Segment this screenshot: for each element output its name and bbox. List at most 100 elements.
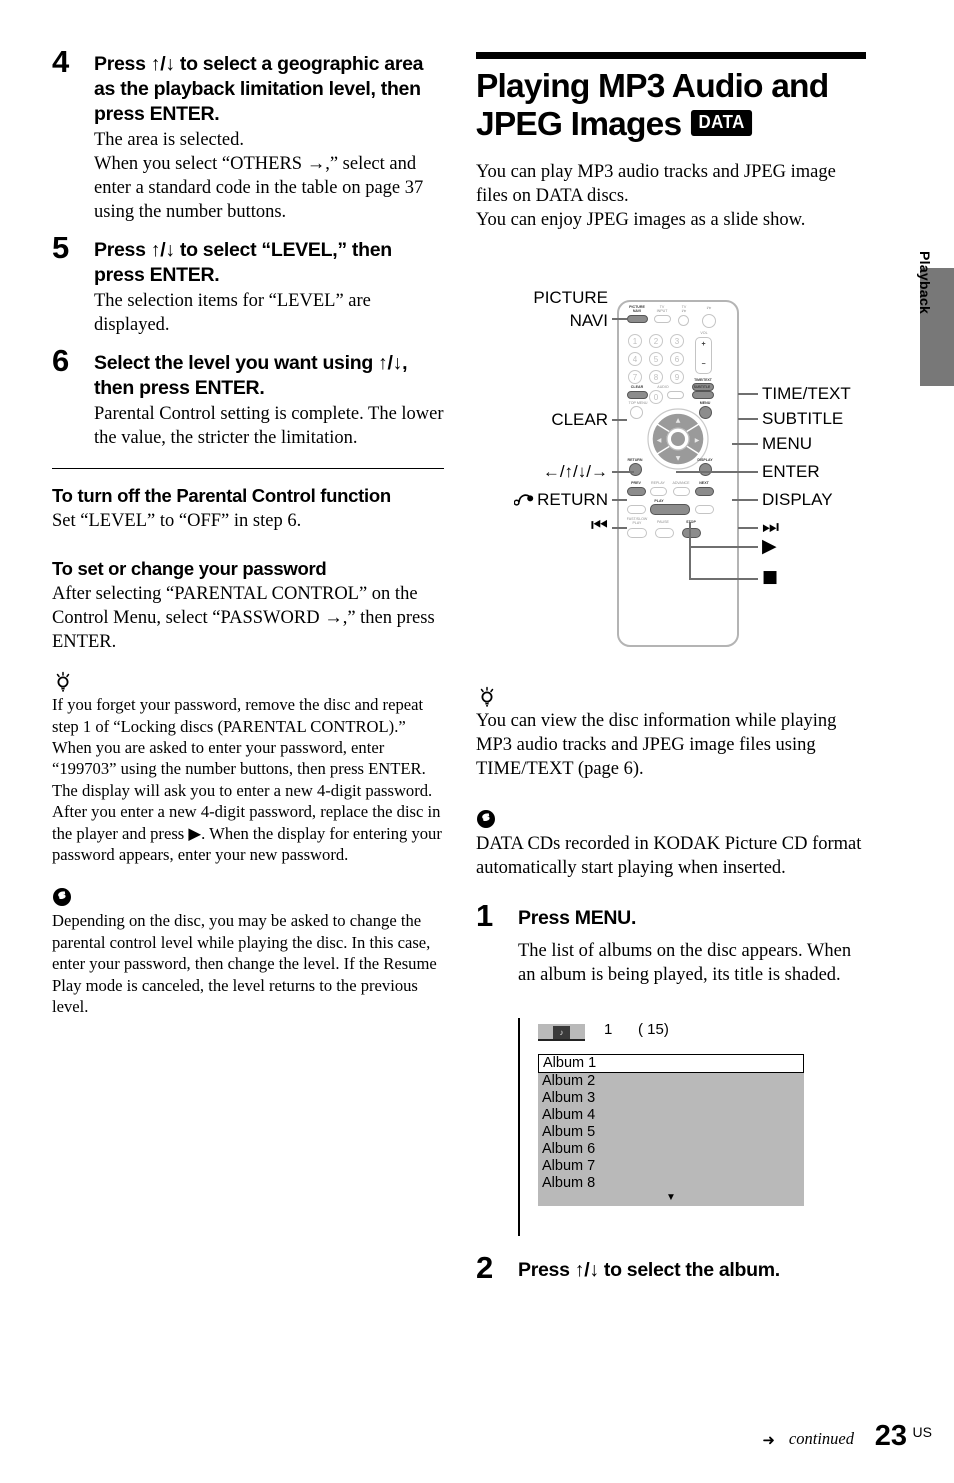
note-block-left: Depending on the disc, you may be asked … (52, 887, 444, 1017)
play-icon: ▶ (188, 823, 202, 843)
note-block-right: DATA CDs recorded in KODAK Picture CD fo… (476, 809, 866, 880)
album-screen-header: ♪ 1 ( 15) (520, 1018, 820, 1048)
advance-button[interactable] (673, 487, 690, 496)
step-2: 2 Press ↑/↓ to select the album. (476, 1252, 908, 1283)
note-icon (52, 887, 444, 909)
fast-slow-play-label: FAST/SLOW PLAY (626, 517, 648, 525)
picture-navi-button[interactable] (627, 315, 648, 323)
numpad-key-7[interactable]: 7 (628, 370, 642, 384)
display-button[interactable] (699, 463, 712, 476)
intro-text: You can play MP3 audio tracks and JPEG i… (476, 162, 836, 231)
play-button[interactable] (650, 504, 690, 515)
left-column: 4 Press ↑/↓ to select a geographic area … (52, 46, 444, 1017)
clear-button[interactable] (627, 391, 648, 399)
return-arrow-icon (513, 494, 534, 506)
leader-prev (612, 527, 627, 529)
slow-forward-button[interactable] (695, 505, 714, 514)
numpad-key-3[interactable]: 3 (670, 334, 684, 348)
pause-button[interactable] (655, 528, 674, 538)
step-1-body: The list of albums on the disc appears. … (518, 941, 852, 986)
leader-next (738, 527, 758, 529)
power-button-label: I/⎈ (706, 306, 712, 310)
numpad-key-8[interactable]: 8 (649, 370, 663, 384)
right-column-lower: You can view the disc information while … (476, 686, 866, 993)
picture-navi-button-label: PICTURE NAVI (629, 305, 645, 313)
stop-button-label: STOP (686, 520, 696, 524)
numpad-key-1[interactable]: 1 (628, 334, 642, 348)
subtitle-button[interactable] (692, 391, 714, 399)
note-text-right: DATA CDs recorded in KODAK Picture CD fo… (476, 834, 862, 879)
step-2-number: 2 (476, 1250, 493, 1285)
leader-time-text (738, 393, 758, 395)
tv-input-button[interactable] (654, 315, 671, 323)
manual-page: 4 Press ↑/↓ to select a geographic area … (0, 0, 954, 1483)
tv-power-button[interactable] (678, 315, 689, 326)
remote-control-diagram: PICTURE NAVI TV INPUT TV I/⎈ I/⎈ 1 2 3 4 5 … (476, 286, 876, 656)
prev-button[interactable] (627, 487, 646, 496)
numpad-key-9[interactable]: 9 (670, 370, 684, 384)
list-item[interactable]: Album 8 (538, 1175, 804, 1192)
data-badge: DATA (691, 110, 753, 136)
fast-slow-play-button[interactable] (627, 528, 647, 538)
leader-direction-keys (612, 471, 634, 473)
list-item[interactable]: Album 4 (538, 1107, 804, 1124)
turn-off-heading: To turn off the Parental Control functio… (52, 485, 391, 507)
svg-text:▲: ▲ (676, 417, 681, 424)
replay-button[interactable] (650, 487, 667, 496)
scroll-down-indicator[interactable]: ▼ (538, 1192, 804, 1206)
callout-play-icon: ▶ (762, 535, 777, 557)
album-disc-icon-glyph: ♪ (553, 1026, 570, 1039)
step-6: 6 Select the level you want using ↑/↓, t… (52, 345, 444, 450)
chapter-tab-label: Playback (917, 251, 933, 315)
volume-label: VOL (700, 331, 708, 335)
step-1-title: Press MENU. (518, 907, 637, 930)
slow-reverse-button[interactable] (627, 505, 646, 514)
album-total-count: ( 15) (638, 1021, 669, 1038)
step-1-number: 1 (476, 898, 493, 934)
numpad-key-5[interactable]: 5 (649, 352, 663, 366)
tv-input-button-label: TV INPUT (656, 305, 668, 313)
prev-button-label: PREV (631, 481, 641, 485)
leader-enter (676, 471, 758, 473)
tip-text-right: You can view the disc information while … (476, 711, 837, 780)
section-divider (52, 468, 444, 470)
list-item[interactable]: Album 7 (538, 1158, 804, 1175)
list-item[interactable]: Album 2 (538, 1073, 804, 1090)
numpad-key-2[interactable]: 2 (649, 334, 663, 348)
next-button[interactable] (695, 487, 714, 496)
audio-button[interactable] (667, 391, 684, 399)
replay-button-label: REPLAY (651, 481, 665, 485)
stop-button[interactable] (682, 528, 701, 538)
advance-button-label: ADVANCE (672, 481, 690, 485)
volume-down-icon: − (701, 361, 706, 368)
step-5-title: Press ↑/↓ to select “LEVEL,” then press … (94, 239, 392, 286)
callout-menu: MENU (762, 434, 813, 453)
step-4: 4 Press ↑/↓ to select a geographic area … (52, 46, 444, 224)
step-6-body: Parental Control setting is complete. Th… (94, 403, 444, 448)
callout-picture-navi-line1: PICTURE (533, 288, 608, 307)
list-item[interactable]: Album 6 (538, 1141, 804, 1158)
list-item[interactable]: Album 5 (538, 1124, 804, 1141)
callout-subtitle: SUBTITLE (762, 409, 844, 428)
page-title-line1: Playing MP3 Audio and (476, 68, 829, 105)
tip-bulb-icon (52, 671, 444, 693)
numpad-key-6[interactable]: 6 (670, 352, 684, 366)
power-button[interactable] (702, 314, 716, 328)
leader-stop (689, 578, 758, 580)
numpad-key-4[interactable]: 4 (628, 352, 642, 366)
step-4-number: 4 (52, 44, 69, 79)
tip-block-right: You can view the disc information while … (476, 686, 866, 781)
volume-up-icon: + (701, 341, 706, 348)
page-number: 23 (874, 1420, 907, 1452)
svg-text:▶: ▶ (695, 437, 700, 444)
leader-play (689, 546, 758, 548)
subtitle-button-label: SUBTITLE (693, 385, 711, 389)
password-heading: To set or change your password (52, 558, 327, 580)
return-button[interactable] (629, 463, 642, 476)
tip-text-part-a: If you forget your password, remove the … (52, 695, 441, 843)
list-item[interactable]: Album 1 (538, 1054, 804, 1073)
list-item[interactable]: Album 3 (538, 1090, 804, 1107)
album-list[interactable]: Album 1 Album 2 Album 3 Album 4 Album 5 … (538, 1054, 804, 1206)
callout-prev-icon: ⏮ (590, 514, 608, 536)
callout-time-text: TIME/TEXT (762, 384, 851, 403)
